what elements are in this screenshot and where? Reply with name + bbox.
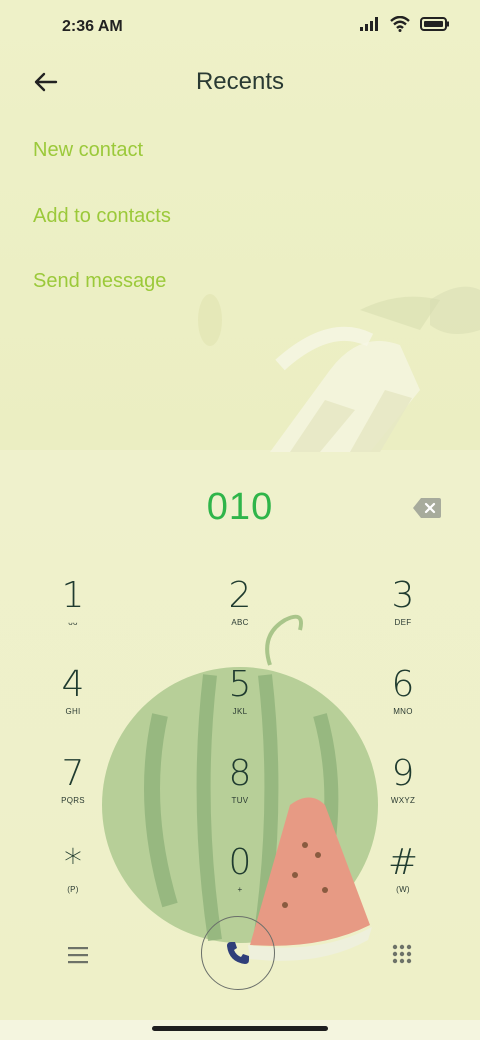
key-digit: 3 <box>391 575 415 616</box>
key-digit: 5 <box>228 664 252 705</box>
key-digit: 8 <box>228 753 252 794</box>
key-hash[interactable]: # (W) <box>353 843 453 923</box>
key-2[interactable]: 2 ABC <box>190 576 290 656</box>
key-letters: DEF <box>394 618 412 627</box>
top-bar: Recents <box>0 56 480 110</box>
home-indicator[interactable] <box>152 1026 328 1031</box>
key-digit: 0 <box>228 842 252 883</box>
key-1[interactable]: 1 ᴗᴗ <box>23 576 123 656</box>
key-digit: * <box>64 842 82 883</box>
key-digit: 1 <box>61 575 85 616</box>
dialpad-icon[interactable] <box>392 944 412 964</box>
menu-icon[interactable] <box>66 944 90 966</box>
backspace-icon[interactable] <box>412 497 442 519</box>
key-digit: 6 <box>391 664 415 705</box>
key-letters: (W) <box>396 885 410 894</box>
page-title: Recents <box>195 68 285 95</box>
voicemail-icon: ᴗᴗ <box>68 618 78 627</box>
phone-icon <box>227 942 249 964</box>
key-star[interactable]: * (P) <box>23 843 123 923</box>
key-4[interactable]: 4 GHI <box>23 665 123 745</box>
battery-icon <box>420 17 449 31</box>
key-digit: # <box>387 842 419 883</box>
key-letters: JKL <box>232 707 248 716</box>
key-9[interactable]: 9 WXYZ <box>353 754 453 834</box>
key-3[interactable]: 3 DEF <box>353 576 453 656</box>
key-5[interactable]: 5 JKL <box>190 665 290 745</box>
key-letters: PQRS <box>61 796 85 805</box>
key-7[interactable]: 7 PQRS <box>23 754 123 834</box>
wifi-icon <box>390 16 410 32</box>
key-0[interactable]: 0 + <box>190 843 290 923</box>
key-6[interactable]: 6 MNO <box>353 665 453 745</box>
status-time: 2:36 AM <box>62 18 123 35</box>
key-letters: ABC <box>231 618 249 627</box>
key-letters: (P) <box>67 885 79 894</box>
key-letters: + <box>237 885 243 894</box>
key-digit: 2 <box>228 575 252 616</box>
key-letters: GHI <box>65 707 81 716</box>
call-button[interactable] <box>201 916 275 990</box>
key-digit: 4 <box>61 664 85 705</box>
key-digit: 9 <box>391 753 415 794</box>
key-letters: WXYZ <box>390 796 416 805</box>
send-message-link[interactable]: Send message <box>33 270 166 293</box>
signal-icon <box>360 17 378 31</box>
key-letters: TUV <box>231 796 249 805</box>
dialed-number: 010 <box>206 486 274 528</box>
key-8[interactable]: 8 TUV <box>190 754 290 834</box>
status-bar: 2:36 AM <box>0 0 480 56</box>
add-to-contacts-link[interactable]: Add to contacts <box>33 205 171 228</box>
key-digit: 7 <box>61 753 85 794</box>
key-letters: MNO <box>393 707 413 716</box>
new-contact-link[interactable]: New contact <box>33 139 143 162</box>
